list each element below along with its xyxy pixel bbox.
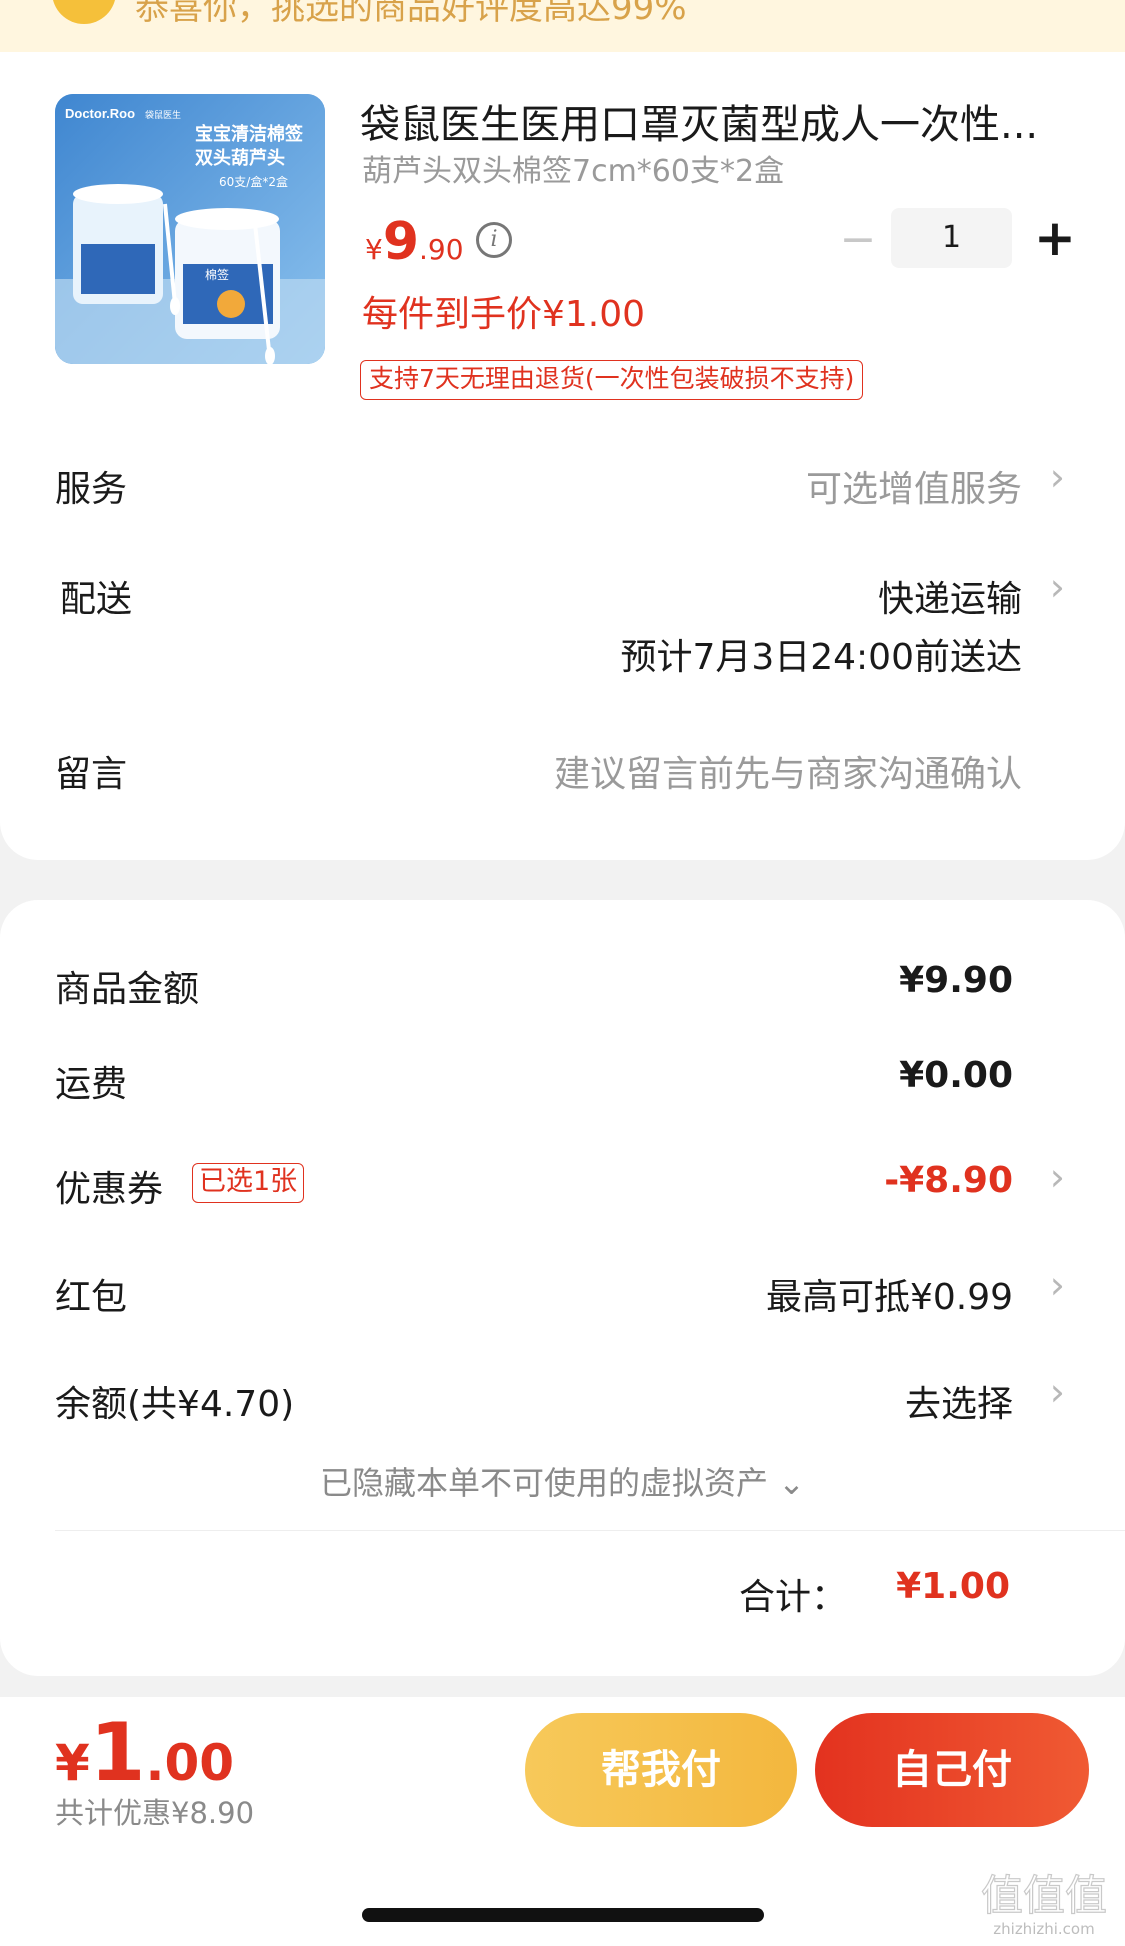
thumb-label: 棉签	[205, 267, 229, 282]
watermark-logo: 值值值 zhizhizhi.com	[980, 1870, 1107, 1938]
delivery-chevron-icon[interactable]: ›	[1050, 565, 1065, 609]
thumb-brand: Doctor.Roo	[65, 106, 135, 121]
service-chevron-icon[interactable]: ›	[1050, 455, 1065, 499]
smile-icon	[52, 0, 116, 24]
goods-amount-label: 商品金额	[55, 969, 200, 1010]
unit-price: 每件到手价¥1.00	[362, 294, 646, 335]
coupon-label: 优惠券	[55, 1169, 164, 1210]
shipping-label: 运费	[55, 1064, 128, 1105]
watermark-text: 值值值	[981, 1871, 1107, 1920]
checkout-price-integer: 1	[89, 1706, 146, 1799]
home-indicator[interactable]	[362, 1908, 764, 1922]
thumb-brand-cn: 袋鼠医生	[145, 109, 181, 121]
price-integer: 9	[382, 212, 420, 272]
shipping-value: ¥0.00	[899, 1055, 1013, 1096]
hidden-assets-toggle[interactable]: 已隐藏本单不可使用的虚拟资产 ⌄	[0, 1458, 1125, 1504]
self-pay-button[interactable]: 自己付	[815, 1713, 1089, 1827]
message-label: 留言	[55, 754, 128, 795]
service-value[interactable]: 可选增值服务	[806, 460, 1022, 512]
product-price: ¥9.90	[365, 212, 464, 272]
top-banner: 恭喜你，挑选的商品好评度高达99%	[0, 0, 1125, 52]
quantity-input[interactable]: 1	[891, 208, 1012, 268]
total-label: 合计：	[738, 1577, 847, 1618]
coupon-value[interactable]: -¥8.90	[884, 1160, 1013, 1201]
goods-amount-value: ¥9.90	[899, 960, 1013, 1001]
checkout-price: ¥1.00	[55, 1706, 234, 1799]
redpacket-value[interactable]: 最高可抵¥0.99	[766, 1268, 1013, 1320]
divider	[55, 1530, 1125, 1531]
banner-text: 恭喜你，挑选的商品好评度高达99%	[135, 0, 687, 28]
quantity-increase-button[interactable]: +	[1030, 213, 1080, 263]
checkout-price-decimal: .00	[145, 1734, 235, 1792]
info-icon[interactable]: i	[476, 222, 512, 258]
balance-label: 余额(共¥4.70)	[55, 1384, 295, 1425]
thumb-headline-2: 双头葫芦头	[195, 147, 285, 169]
watermark-domain: zhizhizhi.com	[993, 1920, 1094, 1938]
coupon-selected-tag: 已选1张	[192, 1163, 305, 1203]
price-currency: ¥	[365, 233, 383, 266]
delivery-eta: 预计7月3日24:00前送达	[620, 637, 1022, 678]
checkout-price-currency: ¥	[55, 1734, 90, 1792]
redpacket-chevron-icon[interactable]: ›	[1050, 1263, 1065, 1307]
product-spec[interactable]: 葫芦头双头棉签7cm*60支*2盒	[362, 146, 784, 190]
return-policy-badge: 支持7天无理由退货(一次性包装破损不支持)	[360, 360, 864, 400]
balance-chevron-icon[interactable]: ›	[1050, 1370, 1065, 1414]
coupon-chevron-icon[interactable]: ›	[1050, 1155, 1065, 1199]
message-input[interactable]: 建议留言前先与商家沟通确认	[554, 745, 1022, 797]
quantity-decrease-button[interactable]: −	[834, 218, 882, 262]
delivery-label: 配送	[60, 579, 133, 620]
product-thumbnail[interactable]: Doctor.Roo 袋鼠医生 宝宝清洁棉签 双头葫芦头 60支/盒*2盒 棉签	[55, 94, 325, 364]
thumb-spec: 60支/盒*2盒	[219, 174, 288, 189]
delivery-method[interactable]: 快递运输	[878, 570, 1022, 622]
help-pay-button[interactable]: 帮我付	[525, 1713, 797, 1827]
product-title[interactable]: 袋鼠医生医用口罩灭菌型成人一次性...	[360, 92, 1038, 150]
redpacket-label: 红包	[55, 1277, 128, 1318]
total-value: ¥1.00	[896, 1566, 1010, 1607]
thumb-headline-1: 宝宝清洁棉签	[195, 123, 304, 145]
service-label: 服务	[55, 469, 128, 510]
checkout-discount: 共计优惠¥8.90	[55, 1796, 255, 1830]
price-decimal: .90	[419, 233, 464, 266]
balance-value[interactable]: 去选择	[905, 1375, 1013, 1427]
